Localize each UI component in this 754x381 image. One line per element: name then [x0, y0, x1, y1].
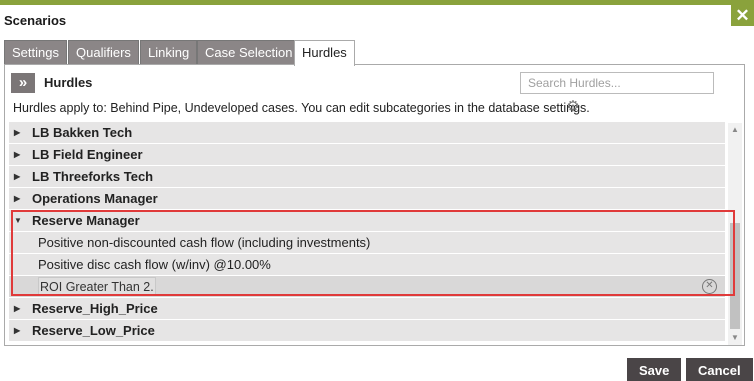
- hurdle-item-non-discounted-cash-flow[interactable]: Positive non-discounted cash flow (inclu…: [9, 232, 725, 253]
- tree-item-reserve-high-price[interactable]: ▶ Reserve_High_Price: [9, 298, 725, 319]
- save-button[interactable]: Save: [627, 358, 682, 381]
- hurdles-title: Hurdles: [44, 75, 93, 90]
- caret-right-icon[interactable]: ▶: [14, 166, 24, 187]
- caret-right-icon[interactable]: ▶: [14, 298, 24, 319]
- hurdle-item-label: Positive disc cash flow (w/inv) @10.00%: [38, 257, 271, 272]
- search-hurdles-input[interactable]: [520, 72, 714, 94]
- hurdle-item-label: Positive non-discounted cash flow (inclu…: [38, 235, 371, 250]
- cancel-button[interactable]: Cancel: [686, 358, 753, 381]
- tree-item-operations-manager[interactable]: ▶ Operations Manager: [9, 188, 725, 209]
- tree-item-lb-field-engineer[interactable]: ▶ LB Field Engineer: [9, 144, 725, 165]
- tree-item-label: Operations Manager: [32, 191, 158, 206]
- window-title: Scenarios: [4, 13, 67, 28]
- close-icon[interactable]: ✕: [731, 5, 754, 26]
- caret-right-icon[interactable]: ▶: [14, 320, 24, 341]
- hurdle-item-roi[interactable]: ✕: [9, 276, 725, 297]
- hurdle-item-disc-cash-flow[interactable]: Positive disc cash flow (w/inv) @10.00%: [9, 254, 725, 275]
- hurdles-info-text: Hurdles apply to: Behind Pipe, Undevelop…: [13, 101, 590, 115]
- caret-down-icon[interactable]: ▼: [14, 210, 24, 231]
- window-top-accent: [0, 0, 754, 5]
- tree-item-reserve-low-price[interactable]: ▶ Reserve_Low_Price: [9, 320, 725, 341]
- roi-hurdle-field[interactable]: [38, 277, 156, 296]
- tab-case-selection[interactable]: Case Selection: [197, 40, 301, 65]
- clear-icon[interactable]: ✕: [702, 279, 717, 294]
- tree-item-label: Reserve_High_Price: [32, 301, 158, 316]
- tree-item-label: LB Bakken Tech: [32, 125, 133, 140]
- caret-right-icon[interactable]: ▶: [14, 122, 24, 143]
- caret-right-icon[interactable]: ▶: [14, 144, 24, 165]
- tab-settings[interactable]: Settings: [4, 40, 67, 65]
- tree-item-reserve-manager[interactable]: ▼ Reserve Manager: [9, 210, 725, 231]
- tab-hurdles[interactable]: Hurdles: [294, 40, 355, 66]
- scrollbar-thumb[interactable]: [730, 223, 740, 329]
- caret-right-icon[interactable]: ▶: [14, 188, 24, 209]
- tree-item-label: LB Field Engineer: [32, 147, 143, 162]
- tree-scrollbar[interactable]: ▲ ▼: [728, 123, 742, 345]
- tab-qualifiers[interactable]: Qualifiers: [68, 40, 139, 65]
- expand-panel-icon[interactable]: »: [11, 73, 35, 93]
- tree-item-label: Reserve_Low_Price: [32, 323, 155, 338]
- tree-item-lb-bakken-tech[interactable]: ▶ LB Bakken Tech: [9, 122, 725, 143]
- tab-linking[interactable]: Linking: [140, 40, 198, 65]
- tree-item-label: Reserve Manager: [32, 213, 140, 228]
- tree-item-lb-threeforks-tech[interactable]: ▶ LB Threeforks Tech: [9, 166, 725, 187]
- scroll-down-icon[interactable]: ▼: [728, 331, 742, 345]
- hurdles-tree: ▶ LB Bakken Tech ▶ LB Field Engineer ▶ L…: [9, 122, 725, 344]
- tree-item-label: LB Threeforks Tech: [32, 169, 154, 184]
- scroll-up-icon[interactable]: ▲: [728, 123, 742, 137]
- gear-icon[interactable]: ⚙: [564, 98, 582, 116]
- hurdles-panel: » Hurdles Hurdles apply to: Behind Pipe,…: [4, 64, 745, 346]
